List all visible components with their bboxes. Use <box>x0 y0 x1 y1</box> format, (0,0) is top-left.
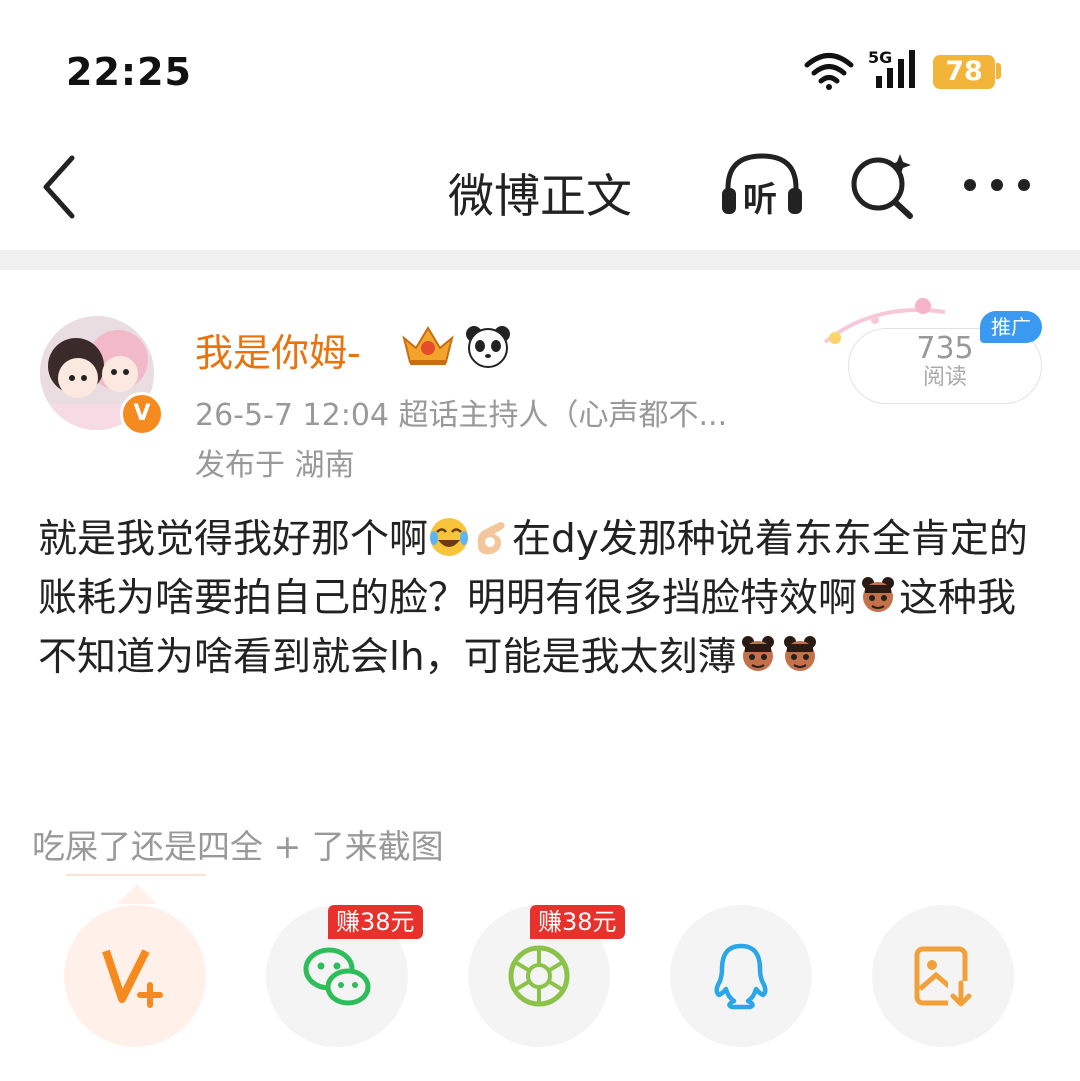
more-icon[interactable] <box>962 176 1032 194</box>
post-meta: 26-5-7 12:04 超话主持人（心声都不... <box>195 398 728 433</box>
wifi-icon <box>804 53 854 90</box>
battery-tip <box>996 63 1001 79</box>
crown-badge-icon[interactable] <box>400 322 456 368</box>
battery-indicator: 78 <box>933 55 995 89</box>
post-text: 就是我觉得我好那个啊 在dy发那种说着东东全肯定的账耗为啥要拍自己的脸？明明有很多… <box>38 510 1048 687</box>
ok-hand-emoji-icon <box>477 522 505 555</box>
share-weibo-button[interactable] <box>64 905 206 1047</box>
search-icon[interactable] <box>848 150 916 220</box>
username[interactable]: 我是你姆- <box>195 322 361 377</box>
tooltip-line <box>66 874 206 876</box>
qq-icon <box>714 943 768 1010</box>
status-time: 22:25 <box>66 50 192 94</box>
wechat-icon <box>303 947 371 1006</box>
laugh-cry-emoji-icon <box>430 518 469 556</box>
post-location: 发布于 湖南 <box>195 448 355 483</box>
moments-reward-badge: 赚38元 <box>530 905 625 939</box>
weibo-vplus-icon <box>102 949 163 1008</box>
comment-preview[interactable]: 吃屎了还是四全 + 了来截图 <box>32 820 444 868</box>
nezha-emoji-icon <box>783 636 816 671</box>
nezha-emoji-icon <box>741 636 774 671</box>
tooltip-pointer <box>117 884 157 904</box>
read-label: 阅读 <box>922 365 967 390</box>
listen-label: 听 <box>743 180 777 220</box>
signal-icon: 5G <box>868 48 920 90</box>
panda-badge-icon[interactable] <box>464 324 512 368</box>
page-title: 微博正文 <box>448 169 632 223</box>
save-image-icon <box>914 946 974 1007</box>
share-qq-button[interactable] <box>670 905 812 1047</box>
moments-icon <box>508 945 570 1007</box>
section-divider <box>0 250 1080 270</box>
wechat-reward-badge: 赚38元 <box>328 905 423 939</box>
save-image-button[interactable] <box>872 905 1014 1047</box>
promote-button[interactable]: 推广 <box>980 311 1042 343</box>
nezha-emoji-icon <box>862 577 895 612</box>
listen-button[interactable]: 听 <box>719 150 805 222</box>
post-text-part-1: 就是我觉得我好那个啊 <box>38 517 429 562</box>
back-icon[interactable] <box>38 152 78 222</box>
verified-badge-icon: V <box>120 392 164 436</box>
